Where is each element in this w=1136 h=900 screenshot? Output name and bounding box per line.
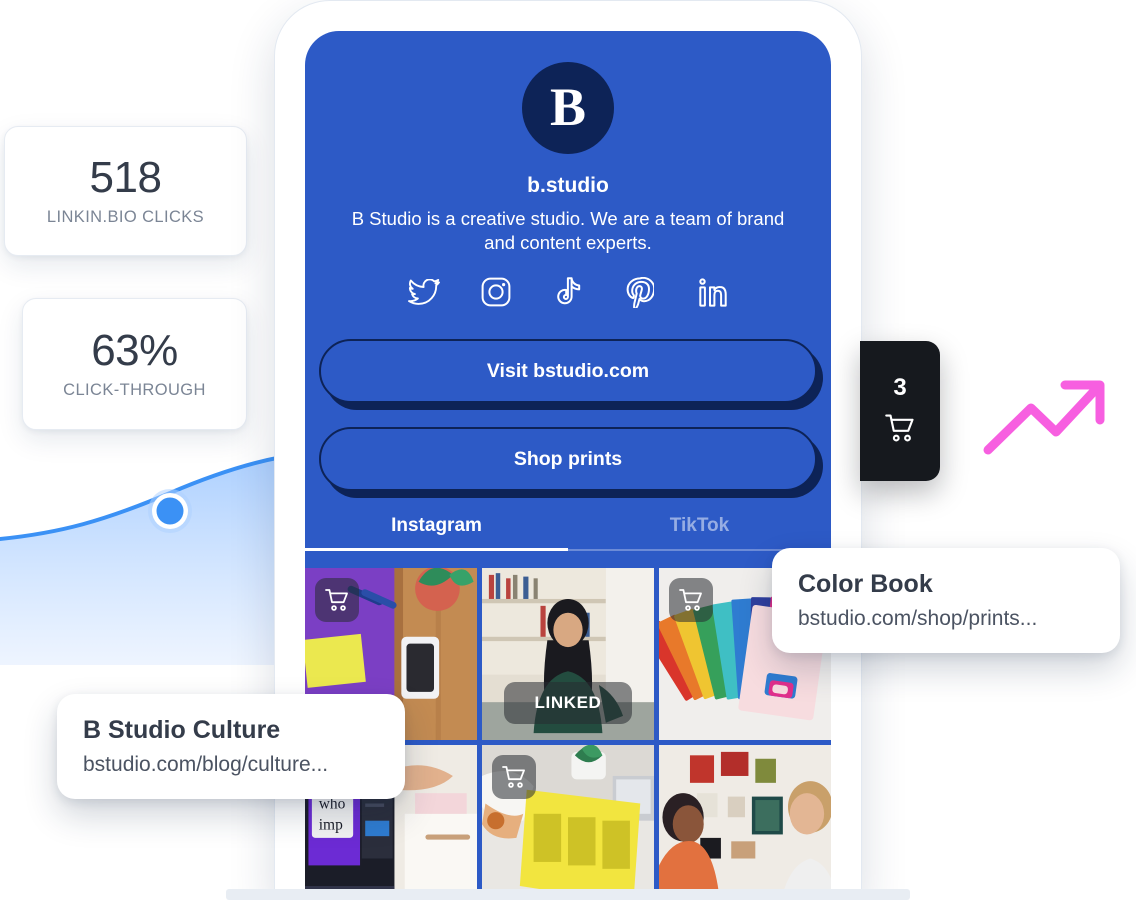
link-url: bstudio.com/blog/culture...	[83, 753, 329, 776]
avatar-logo-icon: B	[549, 76, 587, 137]
link-preview-card[interactable]: Color Book bstudio.com/shop/prints...	[772, 548, 1120, 653]
stat-value: 63%	[91, 325, 178, 375]
link-preview-card[interactable]: B Studio Culture bstudio.com/blog/cultur…	[57, 694, 405, 799]
post-thumbnail	[659, 745, 831, 899]
profile-name: b.studio	[527, 174, 609, 197]
chart-data-point-icon	[148, 489, 192, 533]
cart-count: 3	[893, 373, 907, 401]
shop-prints-button[interactable]: Shop prints	[319, 427, 817, 492]
twitter-icon[interactable]	[407, 275, 441, 309]
cart-icon[interactable]	[315, 578, 359, 623]
stat-card-click-through: 63% CLICK-THROUGH	[22, 298, 247, 430]
link-url: bstudio.com/shop/prints...	[798, 607, 1038, 630]
cart-count-card[interactable]: 3	[860, 341, 940, 481]
cta-label: Shop prints	[513, 447, 623, 470]
link-title: Color Book	[798, 570, 933, 598]
cart-icon[interactable]	[492, 755, 536, 800]
stat-card-clicks: 518 LINKIN.BIO CLICKS	[4, 126, 247, 256]
linked-badge: LINKED	[504, 682, 632, 725]
area-chart-graphic	[0, 455, 282, 685]
feed-tabs: Instagram TikTok	[305, 515, 831, 552]
visit-website-button[interactable]: Visit bstudio.com	[319, 339, 817, 404]
stat-value: 518	[89, 152, 162, 202]
post-tile[interactable]	[659, 745, 831, 899]
stat-label: CLICK-THROUGH	[63, 381, 206, 400]
cart-icon	[885, 413, 915, 447]
avatar: B	[522, 62, 614, 154]
cart-icon[interactable]	[669, 578, 713, 623]
profile-header: B b.studio B Studio is a creative studio…	[305, 31, 831, 254]
cta-links: Visit bstudio.com Shop prints	[305, 339, 831, 492]
svg-text:imp: imp	[319, 817, 343, 834]
post-tile[interactable]	[482, 745, 654, 899]
linkedin-icon[interactable]	[695, 275, 729, 309]
social-links	[305, 275, 831, 309]
stat-label: LINKIN.BIO CLICKS	[46, 208, 205, 227]
instagram-icon[interactable]	[479, 275, 513, 309]
phone-bottom-edge	[226, 889, 910, 900]
post-tile[interactable]: LINKED	[482, 568, 654, 741]
cta-label: Visit bstudio.com	[486, 359, 650, 382]
profile-bio: B Studio is a creative studio. We are a …	[351, 208, 785, 253]
link-title: B Studio Culture	[83, 716, 281, 744]
hero-illustration: 518 LINKIN.BIO CLICKS 63% CLICK-THROUGH …	[0, 0, 1136, 900]
pinterest-icon[interactable]	[623, 275, 657, 309]
tab-tiktok[interactable]: TikTok	[568, 515, 831, 549]
tiktok-icon[interactable]	[551, 275, 585, 309]
trending-up-arrow-icon	[983, 372, 1107, 458]
tab-instagram[interactable]: Instagram	[305, 515, 568, 552]
